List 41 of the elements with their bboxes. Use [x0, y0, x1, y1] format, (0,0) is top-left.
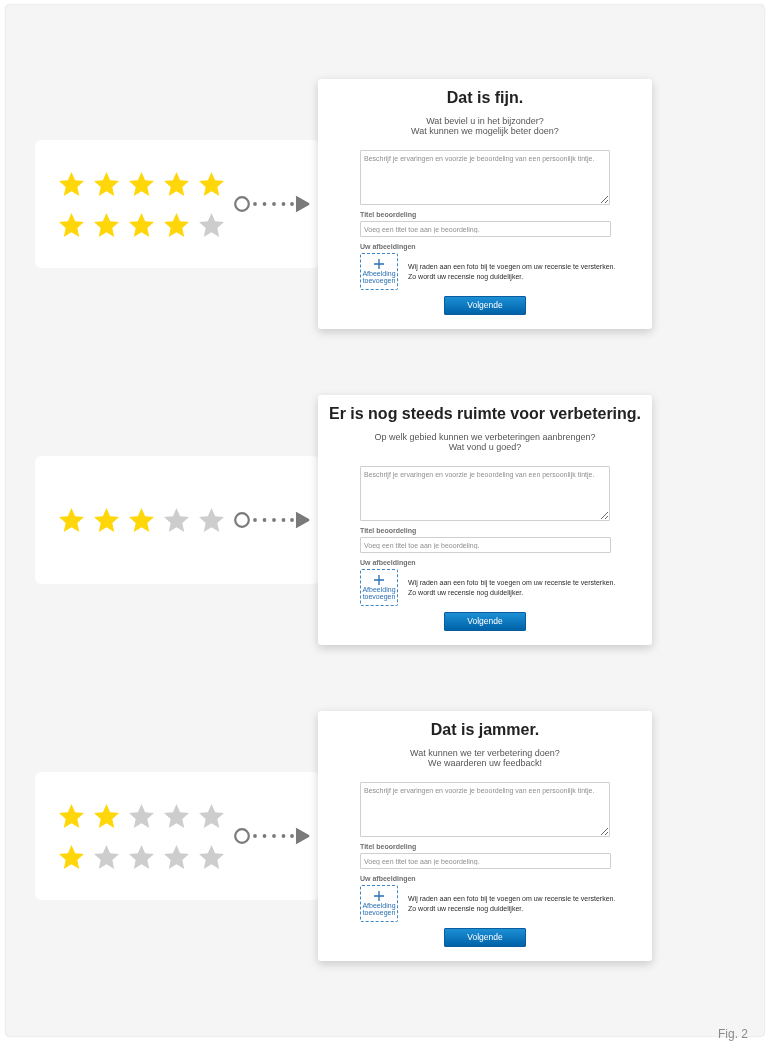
star-icon	[199, 844, 224, 869]
next-button[interactable]: Volgende	[444, 296, 526, 315]
star-icon	[199, 803, 224, 828]
subtitle-text: Wat kunnen we ter verbetering doen?	[410, 748, 560, 758]
plus-icon	[374, 890, 384, 901]
star-icon	[94, 803, 119, 828]
star-icon	[59, 212, 84, 237]
star-icon	[94, 508, 119, 532]
star-icon	[164, 171, 189, 196]
star-icon	[199, 212, 224, 237]
subtitle-text: Op welk gebied kunnen we verbeteringen aanbrengen?	[374, 432, 596, 442]
star-icon	[59, 508, 84, 532]
star-icon	[199, 171, 224, 196]
star-icon	[59, 803, 84, 828]
subtitle-text: Wat kunnen we mogelijk beter doen?	[411, 126, 559, 136]
star-icon	[129, 171, 154, 196]
form-title: Dat is fijn.	[445, 88, 525, 107]
star-icon	[164, 844, 189, 869]
star-icon	[129, 803, 154, 828]
next-button[interactable]: Volgende	[444, 612, 526, 631]
star-icon	[129, 508, 154, 532]
form-title: Dat is jammer.	[429, 720, 541, 739]
subtitle-text: Wat beviel u in het bijzonder?	[426, 116, 544, 126]
star-icon	[164, 803, 189, 828]
subtitle-text: We waarderen uw feedback!	[428, 758, 542, 768]
star-icon	[94, 212, 119, 237]
figure-caption: Fig. 2	[718, 1027, 748, 1041]
star-icon	[94, 844, 119, 869]
plus-icon	[374, 574, 384, 585]
next-button[interactable]: Volgende	[444, 928, 526, 947]
star-icon	[94, 171, 119, 196]
star-icon	[199, 508, 224, 532]
plus-icon	[374, 258, 384, 269]
star-icon	[164, 508, 189, 532]
subtitle-text: Wat vond u goed?	[448, 442, 522, 452]
star-icon	[129, 212, 154, 237]
star-icon	[129, 844, 154, 869]
star-icon	[164, 212, 189, 237]
star-icon	[59, 171, 84, 196]
star-icon	[59, 844, 84, 869]
form-title: Er is nog steeds ruimte voor verbetering.	[327, 404, 643, 423]
